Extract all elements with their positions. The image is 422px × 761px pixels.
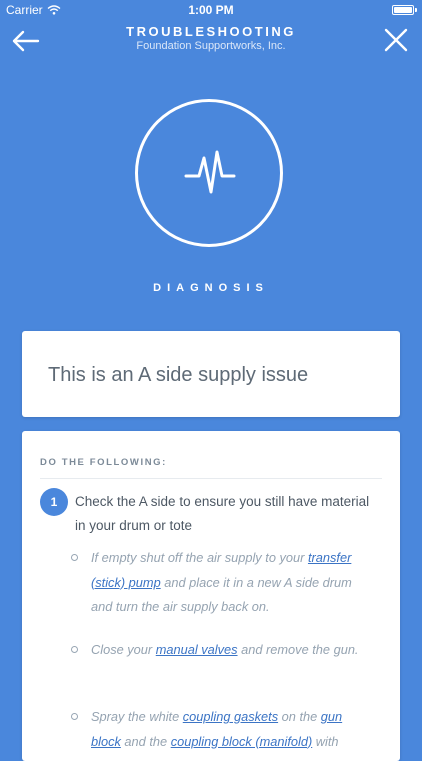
coupling-gaskets-link[interactable]: coupling gaskets bbox=[183, 709, 278, 724]
page-subtitle: Foundation Supportworks, Inc. bbox=[136, 40, 286, 52]
sub-item-text: Close your manual valves and remove the … bbox=[91, 642, 359, 657]
step-text: Check the A side to ensure you still hav… bbox=[75, 494, 370, 533]
divider bbox=[40, 478, 382, 479]
bullet-icon bbox=[71, 713, 78, 720]
back-button[interactable] bbox=[8, 24, 44, 60]
coupling-block-link[interactable]: coupling block (manifold) bbox=[171, 734, 313, 749]
sub-item-text: If empty shut off the air supply to your… bbox=[91, 550, 352, 614]
header-titles: TROUBLESHOOTING Foundation Supportworks,… bbox=[60, 24, 362, 52]
issue-text: This is an A side supply issue bbox=[48, 364, 309, 386]
battery-icon bbox=[392, 5, 417, 15]
diagnosis-circle bbox=[135, 99, 283, 247]
navigation-bar: TROUBLESHOOTING Foundation Supportworks,… bbox=[0, 20, 422, 64]
arrow-left-icon bbox=[12, 30, 40, 52]
pulse-icon bbox=[184, 150, 236, 194]
close-icon bbox=[384, 28, 408, 52]
list-item: Spray the white coupling gaskets on the … bbox=[69, 705, 374, 754]
bullet-icon bbox=[71, 646, 78, 653]
list-item: If empty shut off the air supply to your… bbox=[69, 546, 374, 620]
step-number-badge: 1 bbox=[40, 488, 68, 516]
diagnosis-label: DIAGNOSIS bbox=[153, 282, 269, 294]
list-item: Close your manual valves and remove the … bbox=[69, 638, 374, 663]
status-bar: Carrier 1:00 PM bbox=[0, 0, 422, 20]
steps-header: DO THE FOLLOWING: bbox=[40, 457, 167, 468]
clock: 1:00 PM bbox=[188, 3, 234, 17]
sub-item-text: Spray the white coupling gaskets on the … bbox=[91, 709, 343, 749]
close-button[interactable] bbox=[378, 24, 414, 60]
bullet-icon bbox=[71, 554, 78, 561]
issue-card: This is an A side supply issue bbox=[22, 331, 400, 417]
steps-card: DO THE FOLLOWING: 1 Check the A side to … bbox=[22, 431, 400, 761]
page-title: TROUBLESHOOTING bbox=[126, 24, 296, 39]
manual-valves-link[interactable]: manual valves bbox=[156, 642, 238, 657]
